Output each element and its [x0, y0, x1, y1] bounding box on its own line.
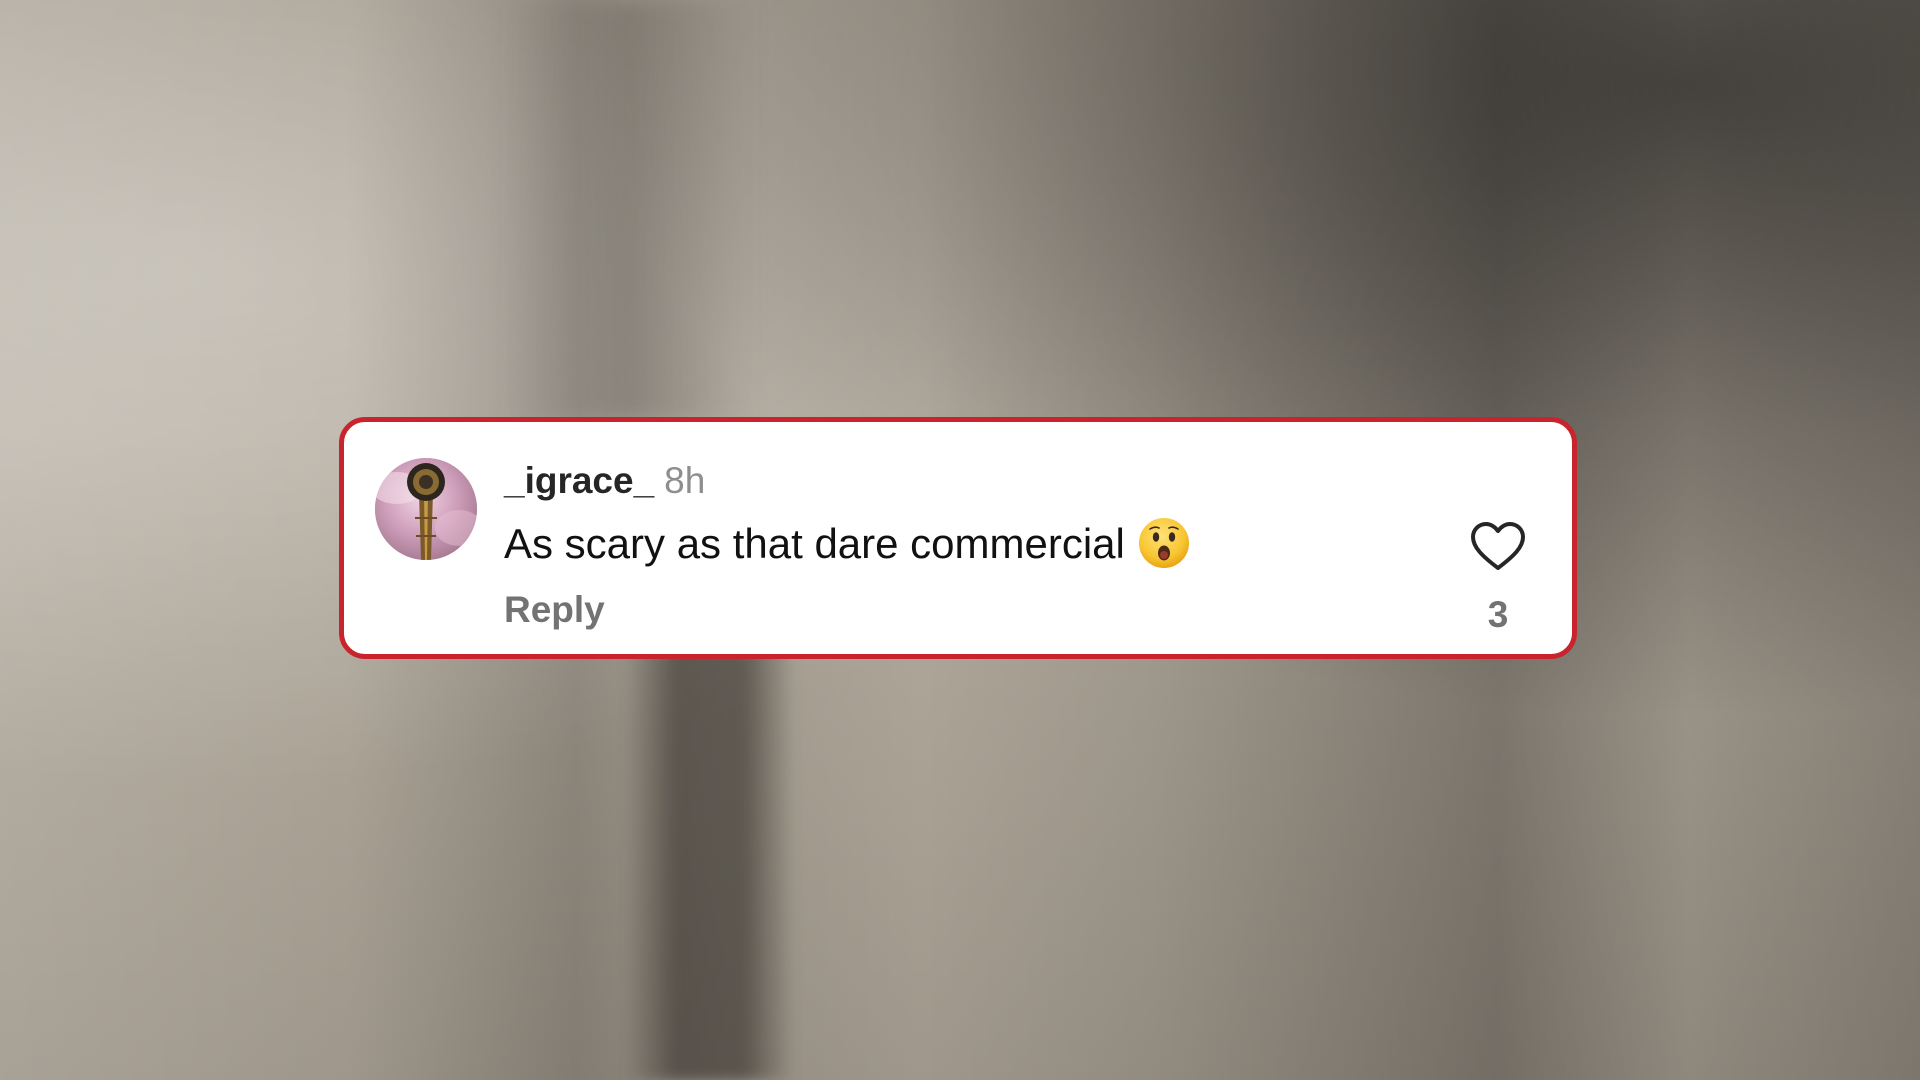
- timestamp: 8h: [664, 460, 706, 501]
- background-texture-streak: [500, 0, 760, 420]
- like-count: 3: [1487, 594, 1509, 635]
- comment-text: As scary as that dare commercial: [504, 520, 1125, 568]
- username[interactable]: _igrace_: [504, 460, 654, 501]
- heart-outline-icon[interactable]: [1470, 521, 1526, 573]
- comment-body: As scary as that dare commercial: [504, 518, 1191, 574]
- hushed-face-emoji: [1137, 516, 1191, 570]
- avatar-image: [375, 458, 477, 560]
- avatar[interactable]: [375, 458, 477, 560]
- reply-button[interactable]: Reply: [504, 589, 605, 631]
- background-texture-streak: [625, 640, 795, 1080]
- comment-header: _igrace_ 8h: [504, 460, 705, 502]
- comment-card: _igrace_ 8h As scary as that dare commerc…: [339, 417, 1577, 659]
